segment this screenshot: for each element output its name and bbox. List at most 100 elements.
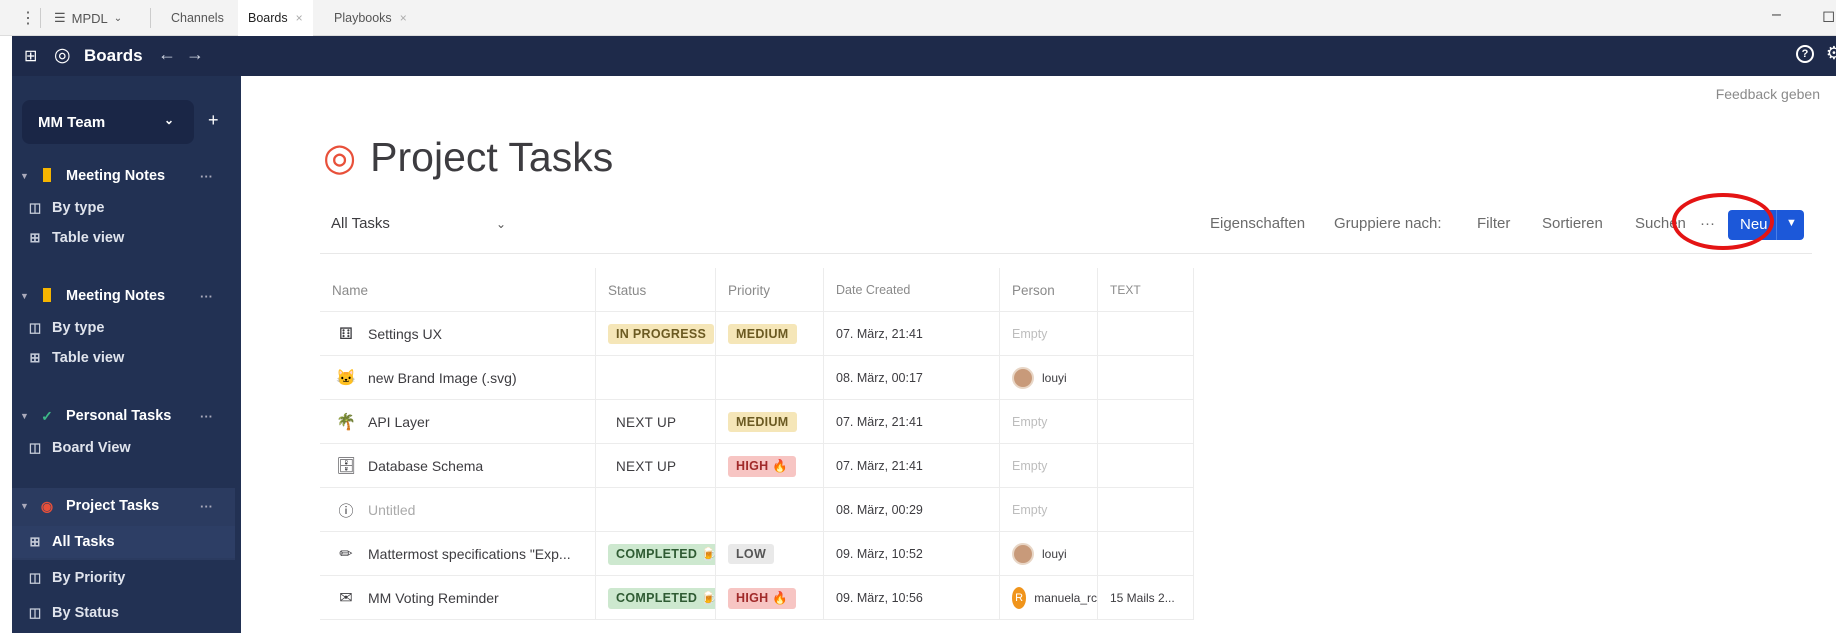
text-cell[interactable] xyxy=(1098,532,1194,576)
team-selector[interactable]: MM Team ⌄ xyxy=(22,100,194,144)
text-cell[interactable] xyxy=(1098,400,1194,444)
text-cell[interactable] xyxy=(1098,312,1194,356)
product-menu-icon[interactable]: ⊞ xyxy=(24,46,37,66)
table-row[interactable]: 🗄 Database Schema NEXT UP HIGH 🔥 07. März… xyxy=(320,444,1194,488)
person-cell[interactable]: Empty xyxy=(1000,312,1098,356)
tab-channels[interactable]: Channels xyxy=(161,0,234,36)
table-row[interactable]: ✏ Mattermost specifications "Exp... COMPL… xyxy=(320,532,1194,576)
person-cell[interactable]: Empty xyxy=(1000,444,1098,488)
priority-cell[interactable] xyxy=(716,356,824,400)
status-cell[interactable]: IN PROGRESS xyxy=(596,312,716,356)
view-selector[interactable]: All Tasks ⌄ xyxy=(331,215,506,232)
status-cell[interactable]: NEXT UP xyxy=(596,444,716,488)
name-cell[interactable]: 🌴 API Layer xyxy=(320,400,596,444)
person-cell[interactable]: louyi xyxy=(1000,532,1098,576)
name-cell[interactable]: 🐱 new Brand Image (.svg) xyxy=(320,356,596,400)
collapse-triangle-icon[interactable]: ▼ xyxy=(20,501,30,511)
text-cell[interactable] xyxy=(1098,488,1194,532)
tab-label: Boards xyxy=(248,11,288,25)
table-row[interactable]: 🌴 API Layer NEXT UP MEDIUM 07. März, 21:4… xyxy=(320,400,1194,444)
sidebar-item-board-view[interactable]: ◫ Board View xyxy=(12,432,241,464)
table-row[interactable]: ⚅ Settings UX IN PROGRESS MEDIUM 07. März… xyxy=(320,312,1194,356)
collapse-triangle-icon[interactable]: ▼ xyxy=(20,411,30,421)
sidebar-item-table-view[interactable]: ⊞ Table view xyxy=(12,222,241,254)
person-cell[interactable]: louyi xyxy=(1000,356,1098,400)
sidebar-section-label: Meeting Notes xyxy=(66,168,166,184)
sidebar-item-by-priority[interactable]: ◫ By Priority xyxy=(12,562,241,594)
more-options-icon[interactable]: ··· xyxy=(200,409,213,424)
status-cell[interactable] xyxy=(596,356,716,400)
sidebar-section-personal-tasks[interactable]: ▼ ✓ Personal Tasks ··· xyxy=(12,400,241,432)
more-options-icon[interactable]: ··· xyxy=(200,169,213,184)
sidebar-item-by-type[interactable]: ◫ By type xyxy=(12,312,241,344)
priority-cell[interactable] xyxy=(716,488,824,532)
status-cell[interactable]: COMPLETED 🍺 xyxy=(596,576,716,620)
column-header-person[interactable]: Person xyxy=(1000,268,1098,312)
name-cell[interactable]: ⓘ Untitled xyxy=(320,488,596,532)
sidebar-item-by-type[interactable]: ◫ By type xyxy=(12,192,241,224)
minimize-icon[interactable]: – xyxy=(1772,6,1781,24)
collapse-triangle-icon[interactable]: ▼ xyxy=(20,291,30,301)
add-board-button[interactable]: + xyxy=(208,110,219,131)
forward-arrow-icon[interactable]: → xyxy=(186,44,204,65)
priority-cell[interactable]: MEDIUM xyxy=(716,400,824,444)
status-cell[interactable] xyxy=(596,488,716,532)
tab-boards[interactable]: Boards × xyxy=(238,0,313,36)
status-cell[interactable]: COMPLETED 🍺 xyxy=(596,532,716,576)
target-icon[interactable]: ◎ xyxy=(323,135,356,180)
sidebar-section-meeting-notes[interactable]: ▼ Meeting Notes ··· xyxy=(12,280,241,312)
status-badge: NEXT UP xyxy=(616,414,677,430)
sidebar-section-meeting-notes[interactable]: ▼ Meeting Notes ··· xyxy=(12,160,241,192)
column-header-text[interactable]: TEXT xyxy=(1098,268,1194,312)
feedback-link[interactable]: Feedback geben xyxy=(1716,86,1820,102)
properties-button[interactable]: Eigenschaften xyxy=(1210,215,1305,232)
sidebar-section-label: Meeting Notes xyxy=(66,288,166,304)
name-cell[interactable]: ⚅ Settings UX xyxy=(320,312,596,356)
text-cell[interactable]: 15 Mails 2... xyxy=(1098,576,1194,620)
help-icon[interactable]: ? xyxy=(1796,45,1814,63)
sidebar-item-all-tasks[interactable]: ⊞ All Tasks xyxy=(12,526,235,558)
maximize-icon[interactable]: ◻ xyxy=(1822,6,1835,26)
priority-cell[interactable]: MEDIUM xyxy=(716,312,824,356)
person-cell[interactable]: Rmanuela_rc xyxy=(1000,576,1098,620)
name-cell[interactable]: 🗄 Database Schema xyxy=(320,444,596,488)
tab-playbooks[interactable]: Playbooks × xyxy=(324,0,417,36)
text-cell[interactable] xyxy=(1098,356,1194,400)
column-header-priority[interactable]: Priority xyxy=(716,268,824,312)
column-header-status[interactable]: Status xyxy=(596,268,716,312)
back-arrow-icon[interactable]: ← xyxy=(158,44,176,65)
chevron-down-icon[interactable]: ▼ xyxy=(1786,217,1797,229)
group-by-button[interactable]: Gruppiere nach: xyxy=(1334,215,1442,232)
close-icon[interactable]: × xyxy=(400,11,407,25)
priority-cell[interactable]: HIGH 🔥 xyxy=(716,444,824,488)
task-name: Settings UX xyxy=(368,326,442,342)
priority-cell[interactable]: HIGH 🔥 xyxy=(716,576,824,620)
collapse-triangle-icon[interactable]: ▼ xyxy=(20,171,30,181)
gear-icon[interactable]: ⚙ xyxy=(1826,43,1836,64)
sidebar-section-label: Personal Tasks xyxy=(66,408,172,424)
sidebar-section-project-tasks[interactable]: ▼ ◉ Project Tasks ··· xyxy=(12,490,241,522)
status-cell[interactable]: NEXT UP xyxy=(596,400,716,444)
text-cell[interactable] xyxy=(1098,444,1194,488)
name-cell[interactable]: ✏ Mattermost specifications "Exp... xyxy=(320,532,596,576)
server-selector[interactable]: ☰ MPDL ⌄ xyxy=(54,7,122,29)
more-options-icon[interactable]: ··· xyxy=(200,499,213,514)
sidebar-item-by-status[interactable]: ◫ By Status xyxy=(12,597,241,629)
table-row[interactable]: 🐱 new Brand Image (.svg) 08. März, 00:17 … xyxy=(320,356,1194,400)
status-badge: NEXT UP xyxy=(616,458,677,474)
filter-button[interactable]: Filter xyxy=(1477,215,1510,232)
person-cell[interactable]: Empty xyxy=(1000,488,1098,532)
board-title[interactable]: Project Tasks xyxy=(370,134,613,181)
sort-button[interactable]: Sortieren xyxy=(1542,215,1603,232)
close-icon[interactable]: × xyxy=(296,11,303,25)
name-cell[interactable]: ✉ MM Voting Reminder xyxy=(320,576,596,620)
column-header-name[interactable]: Name xyxy=(320,268,596,312)
column-header-date-created[interactable]: Date Created xyxy=(824,268,1000,312)
table-row[interactable]: ✉ MM Voting Reminder COMPLETED 🍺 HIGH 🔥 0… xyxy=(320,576,1194,620)
priority-cell[interactable]: LOW xyxy=(716,532,824,576)
table-row[interactable]: ⓘ Untitled 08. März, 00:29 Empty xyxy=(320,488,1194,532)
menu-dots-icon[interactable]: ⋮ xyxy=(20,8,36,28)
person-cell[interactable]: Empty xyxy=(1000,400,1098,444)
sidebar-item-table-view[interactable]: ⊞ Table view xyxy=(12,342,241,374)
more-options-icon[interactable]: ··· xyxy=(200,289,213,304)
